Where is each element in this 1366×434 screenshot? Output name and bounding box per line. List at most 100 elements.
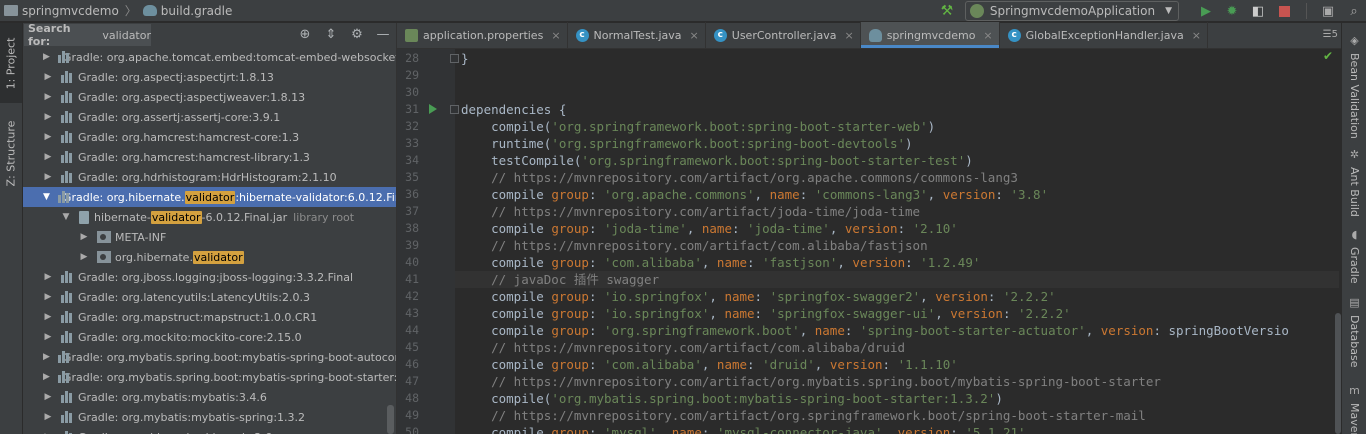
collapsed-arrow-icon[interactable]: ▶: [43, 312, 53, 322]
collapsed-arrow-icon[interactable]: ▶: [43, 372, 50, 382]
string-literal: 'springfox-swagger-ui': [769, 306, 936, 321]
close-icon[interactable]: ×: [983, 29, 992, 42]
tree-row[interactable]: ▶ Gradle: org.mybatis:mybatis-spring:1.3.…: [23, 407, 396, 427]
tree-row[interactable]: ▶ Gradle: org.mockito:mockito-core:2.15.0: [23, 327, 396, 347]
tab-gradle[interactable]: ◖ Gradle: [1342, 229, 1366, 284]
run-with-coverage-icon[interactable]: ◧: [1250, 3, 1266, 19]
tab-maven[interactable]: m Maven: [1342, 385, 1366, 434]
tree-row[interactable]: ▼ Gradle: org.hibernate. validator:hiberna…: [23, 187, 396, 207]
collapsed-arrow-icon[interactable]: ▶: [79, 252, 89, 262]
code-token: ): [965, 153, 973, 168]
close-icon[interactable]: ×: [690, 29, 699, 42]
close-icon[interactable]: ×: [1192, 29, 1201, 42]
collapsed-arrow-icon[interactable]: ▶: [43, 112, 53, 122]
collapsed-arrow-icon[interactable]: ▶: [43, 352, 50, 362]
run-icon[interactable]: ▶: [1198, 3, 1214, 19]
expanded-arrow-icon[interactable]: ▼: [61, 212, 71, 222]
collapsed-arrow-icon[interactable]: ▶: [43, 52, 50, 62]
close-icon[interactable]: ×: [844, 29, 853, 42]
breadcrumb-file[interactable]: build.gradle: [161, 4, 233, 18]
line-number: 47: [405, 374, 419, 388]
code-token: compile(: [461, 119, 552, 134]
breadcrumb-project[interactable]: springmvcdemo: [22, 4, 119, 18]
line-number: 32: [405, 119, 419, 133]
collapsed-arrow-icon[interactable]: ▶: [43, 392, 53, 402]
build-hammer-icon[interactable]: ⚒: [939, 3, 955, 19]
tree-row[interactable]: ▶ Gradle: org.mapstruct:mapstruct:1.0.0.C…: [23, 307, 396, 327]
tree-row-label: Gradle: org.mybatis.spring.boot:mybatis-…: [62, 350, 396, 364]
code-view[interactable]: } dependencies { compile('org.springframe…: [455, 49, 1339, 434]
tree-row[interactable]: ▶ org.hibernate. validator: [23, 247, 396, 267]
editor-tab[interactable]: application.properties ×: [397, 22, 568, 48]
editor-tab[interactable]: c GlobalExceptionHandler.java ×: [1000, 22, 1208, 48]
editor-tab[interactable]: springmvcdemo ×: [860, 22, 1000, 48]
hide-panel-icon[interactable]: —: [375, 27, 391, 43]
run-gutter-icon[interactable]: [429, 104, 437, 114]
library-icon: [61, 291, 73, 303]
code-token: : springBootVersio: [1153, 323, 1289, 338]
string-literal: 'fastjson': [762, 255, 838, 270]
code-token: ,: [1085, 323, 1101, 338]
code-token: :: [1002, 306, 1018, 321]
tree-row-label-prefix: org.hibernate.: [115, 250, 193, 264]
breadcrumb-separator: 〉: [124, 4, 137, 18]
collapsed-arrow-icon[interactable]: ▶: [43, 272, 53, 282]
tab-structure[interactable]: Z: Structure: [0, 107, 22, 199]
search-everywhere-icon[interactable]: ⌕: [1346, 3, 1362, 19]
line-number: 46: [405, 357, 419, 371]
string-literal: 'com.alibaba': [604, 255, 702, 270]
library-icon: [61, 71, 73, 83]
left-tool-stripe: 1: Project Z: Structure: [0, 23, 23, 434]
close-icon[interactable]: ×: [551, 29, 560, 42]
tree-row[interactable]: ▶ Gradle: org.apache.tomcat.embed:tomcat-…: [23, 47, 396, 67]
collapsed-arrow-icon[interactable]: ▶: [43, 152, 53, 162]
collapse-all-icon[interactable]: ⇕: [323, 27, 339, 43]
collapsed-arrow-icon[interactable]: ▶: [43, 72, 53, 82]
tab-bean-validation[interactable]: ◈ Bean Validation: [1342, 35, 1366, 139]
code-line: testCompile('org.springframework.boot:sp…: [455, 152, 973, 169]
collapsed-arrow-icon[interactable]: ▶: [43, 132, 53, 142]
tree-row[interactable]: ▶Gradle: org.objenesis:objenesis:2.6: [23, 427, 396, 434]
stop-icon[interactable]: [1279, 5, 1290, 17]
tabs-overflow[interactable]: ☰5: [1323, 29, 1338, 40]
locate-target-icon[interactable]: ⊕: [297, 27, 313, 43]
line-number: 33: [405, 136, 419, 150]
comment: // javaDoc 插件 swagger: [461, 272, 660, 287]
editor-tab[interactable]: c UserController.java ×: [706, 22, 861, 48]
editor-tab[interactable]: c NormalTest.java ×: [568, 22, 706, 48]
tree-row[interactable]: ▶ Gradle: org.mybatis.spring.boot:mybatis…: [23, 347, 396, 367]
tree-row[interactable]: ▶ Gradle: org.hdrhistogram:HdrHistogram:2…: [23, 167, 396, 187]
tree-row[interactable]: ▶ Gradle: org.jboss.logging:jboss-logging…: [23, 267, 396, 287]
run-configuration-selector[interactable]: SpringmvcdemoApplication ▼: [964, 1, 1179, 21]
collapsed-arrow-icon[interactable]: ▶: [79, 232, 89, 242]
speed-search-field[interactable]: Search for: validator: [24, 23, 151, 48]
collapsed-arrow-icon[interactable]: ▶: [43, 292, 53, 302]
string-literal: '1.2.49': [920, 255, 981, 270]
collapsed-arrow-icon[interactable]: ▶: [43, 412, 53, 422]
line-number: 49: [405, 408, 419, 422]
project-structure-icon[interactable]: ▣: [1320, 3, 1336, 19]
collapsed-arrow-icon[interactable]: ▶: [43, 172, 53, 182]
tab-ant-build[interactable]: ✲ Ant Build: [1342, 149, 1366, 217]
tree-row[interactable]: ▶ Gradle: org.mybatis:mybatis:3.4.6: [23, 387, 396, 407]
code-token: ,: [754, 187, 770, 202]
tab-database[interactable]: ▤ Database: [1342, 297, 1366, 368]
tree-row-label: Gradle: org.mybatis:mybatis:3.4.6: [78, 390, 267, 404]
debug-icon[interactable]: ✹: [1224, 3, 1240, 19]
tree-row[interactable]: ▶ Gradle: org.aspectj:aspectjweaver:1.8.1…: [23, 87, 396, 107]
tree-row[interactable]: ▶ Gradle: org.hamcrest:hamcrest-core:1.3: [23, 127, 396, 147]
string-literal: 'joda-time': [747, 221, 830, 236]
collapsed-arrow-icon[interactable]: ▶: [43, 92, 53, 102]
tree-row[interactable]: ▶ META-INF: [23, 227, 396, 247]
collapsed-arrow-icon[interactable]: ▶: [43, 332, 53, 342]
tree-row[interactable]: ▶ Gradle: org.latencyutils:LatencyUtils:2…: [23, 287, 396, 307]
tree-row[interactable]: ▶ Gradle: org.aspectj:aspectjrt:1.8.13: [23, 67, 396, 87]
tab-project[interactable]: 1: Project: [0, 23, 22, 103]
tree-row[interactable]: ▶ Gradle: org.hamcrest:hamcrest-library:1…: [23, 147, 396, 167]
panel-toolbar: ⊕ ⇕ ⚙ —: [292, 23, 396, 47]
gear-icon[interactable]: ⚙: [349, 27, 365, 43]
tree-row[interactable]: ▼ hibernate-validator -6.0.12.Final.jar lib…: [23, 207, 396, 227]
expanded-arrow-icon[interactable]: ▼: [43, 192, 50, 202]
tree-row[interactable]: ▶ Gradle: org.assertj:assertj-core:3.9.1: [23, 107, 396, 127]
tree-row[interactable]: ▶ Gradle: org.mybatis.spring.boot:mybatis…: [23, 367, 396, 387]
